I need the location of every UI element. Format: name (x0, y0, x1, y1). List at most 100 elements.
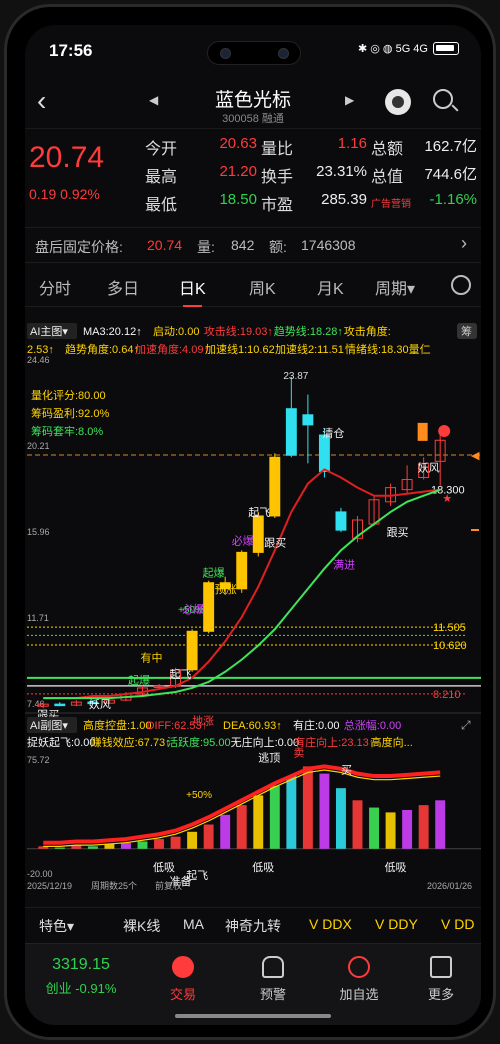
trade-icon (172, 956, 194, 978)
indicator-toolbar: 特色▾ 裸K线 MA 神奇九转 V DDX V DDY V DD (25, 907, 481, 941)
tab-multiday[interactable]: 多日 (107, 275, 139, 299)
tab-alert[interactable]: 预警 (243, 956, 303, 1003)
tab-add-label: 加自选 (339, 987, 379, 1002)
quote-value: 23.31% (316, 163, 367, 180)
candle-body (54, 703, 66, 707)
search-icon[interactable] (433, 89, 453, 109)
chips-label: 筹 (461, 324, 472, 338)
sub-histogram-bar (54, 847, 65, 849)
sub-histogram-bar (336, 788, 346, 849)
main-indicator-value: 加速角度:4.09↑ (135, 342, 209, 356)
ma-button[interactable]: MA (183, 916, 204, 932)
quote-label: 市盈 (261, 197, 294, 214)
after-hours-amt-label: 额: (269, 239, 287, 255)
kline-chart[interactable]: AI主图▾ MA3:20.12↑ 启动:0.00 攻击线:19.03↑ 趋势线:18.2… (25, 309, 481, 905)
candle-body (269, 456, 281, 517)
robot-assistant-icon[interactable] (385, 89, 411, 115)
last-price: 20.74 (29, 141, 105, 174)
quote-label: 量比 (261, 141, 294, 158)
battery-icon (433, 42, 459, 55)
price-axis-label: 20.21 (27, 441, 50, 451)
sub-histogram-bar (385, 812, 396, 849)
signal-flag (417, 422, 428, 441)
quant-score: 量化评分:80.00 (31, 388, 106, 402)
main-indicator-value: 量仁 (409, 343, 431, 356)
sub-axis-label: 75.72 (27, 755, 50, 765)
quote-value: -1.16% (429, 191, 477, 208)
magic-nine-button[interactable]: 神奇九转 (225, 916, 281, 936)
main-indicator-value: MA3:20.12↑ (83, 326, 142, 338)
signal-annotation: 跟买 (264, 536, 286, 549)
signal-annotation: 必爆 (182, 602, 204, 616)
settings-icon[interactable] (451, 275, 471, 295)
signal-annotation: 起爆 (128, 673, 150, 687)
signal-annotation: 起爆 (203, 566, 225, 580)
sub-indicator-value: 总涨幅:0.00 (344, 718, 401, 732)
candle-body (302, 414, 314, 426)
quant-score: 筹码套牢:8.0% (31, 424, 103, 438)
signal-annotation: 满进 (333, 559, 355, 572)
quote-value: 162.7亿 (424, 138, 477, 155)
sub-indicator-value: 活跃度:95.00 (167, 735, 231, 749)
add-icon (348, 956, 370, 978)
sub-histogram-bar (154, 839, 164, 849)
ddx-toggle[interactable]: V DDX (309, 916, 352, 932)
kline-chart-area[interactable]: AI主图▾ MA3:20.12↑ 启动:0.00 攻击线:19.03↑ 趋势线:18.2… (25, 309, 481, 909)
tab-trade[interactable]: 交易 (153, 956, 213, 1003)
signal-annotation: 清仓 (322, 426, 344, 440)
sub-histogram-bar (402, 809, 413, 849)
tab-intraday[interactable]: 分时 (39, 275, 71, 299)
candle-body (252, 515, 264, 553)
sub-indicator-value: 捉妖起飞:0.00 (27, 735, 95, 749)
main-indicator-value: 加速线2:11.51 (275, 342, 344, 356)
stock-name: 蓝色光标 (214, 90, 291, 111)
quant-score: 筹码盈利:92.0% (31, 406, 109, 420)
sub-histogram-bar (187, 831, 198, 849)
candle-body (318, 434, 330, 472)
clock: 17:56 (49, 41, 93, 60)
signal-annotation: 起飞 (170, 668, 192, 681)
ddy-toggle[interactable]: V DDY (375, 916, 418, 932)
tab-monthly-k[interactable]: 月K (317, 275, 344, 299)
tab-daily-k[interactable]: 日K (179, 275, 206, 307)
signal-marker (438, 424, 451, 437)
sub-indicator-value: 有庄向上:23.13↑ (294, 735, 374, 749)
signal-icons: ✱ ◎ ◍ 5G 4G (358, 43, 428, 55)
main-indicator-value: 趋势线:18.28↑ (274, 324, 343, 338)
sub-histogram-bar (121, 842, 131, 849)
candle-body (236, 551, 248, 590)
sub-histogram-bar (87, 846, 98, 849)
index-quote[interactable]: 3319.15 创业 -0.91% (39, 956, 123, 997)
signal-annotation: 起飞 (248, 506, 270, 519)
tab-more[interactable]: 更多 (411, 956, 471, 1003)
sub-histogram-bar (352, 800, 363, 849)
candle-body (285, 408, 297, 456)
sub-percent-label: +50% (186, 790, 212, 801)
bell-icon (262, 956, 284, 978)
phone-frame: 17:56 ✱ ◎ ◍ 5G 4G ‹ ◀ 蓝色光标 300058 融通 ▶ 2… (4, 4, 496, 1040)
grid-icon (430, 956, 452, 978)
after-hours-amt: 1746308 (301, 237, 356, 253)
quote-label: 总值 (371, 169, 404, 186)
main-indicator-value: 启动:0.00 (153, 325, 199, 338)
after-hours-bar[interactable]: 盘后固定价格: 20.74 量: 842 额: 1746308 › (25, 227, 481, 263)
sub-annotation: 低吸 (385, 861, 407, 874)
signal-annotation: 有中 (141, 651, 163, 665)
tab-period-dropdown[interactable]: 周期▾ (375, 275, 415, 299)
tab-weekly-k[interactable]: 周K (249, 275, 276, 299)
tab-add-watchlist[interactable]: 加自选 (329, 956, 389, 1003)
sub-histogram-bar (369, 807, 379, 849)
signal-annotation: 预涨 (215, 583, 237, 596)
sub-histogram-bar (435, 800, 446, 849)
next-stock-icon[interactable]: ▶ (345, 93, 354, 107)
featured-dropdown[interactable]: 特色▾ (39, 916, 74, 936)
naked-k-button[interactable]: 裸K线 (123, 916, 160, 936)
sub-histogram-bar (286, 776, 297, 849)
main-indicator-value: 攻击线:19.03↑ (204, 324, 273, 338)
stock-code: 300058 融通 (25, 110, 481, 126)
sub-annotation: 逃顶 (258, 752, 280, 765)
dd-toggle[interactable]: V DD (441, 916, 474, 932)
after-hours-price: 20.74 (147, 237, 183, 253)
right-price-label: 11.505 (433, 622, 466, 634)
sub-annotation: 低吸 (153, 861, 175, 874)
